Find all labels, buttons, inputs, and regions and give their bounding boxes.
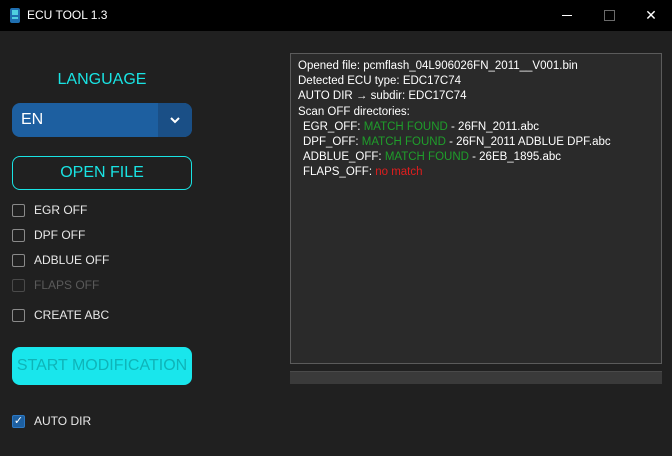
log-line-egr: EGR_OFF: MATCH FOUND - 26FN_2011.abc (298, 120, 654, 135)
chevron-down-icon (170, 117, 180, 124)
auto-dir-checkbox[interactable]: ✓ AUTO DIR (12, 413, 212, 429)
open-file-button[interactable]: OPEN FILE (12, 156, 192, 190)
app-icon (10, 8, 20, 23)
checkbox-label: CREATE ABC (34, 308, 110, 322)
log-file: - 26FN_2011.abc (447, 120, 540, 133)
checkbox-label: EGR OFF (34, 203, 88, 217)
dpf-off-checkbox[interactable]: DPF OFF (12, 227, 212, 243)
log-status-match: MATCH FOUND (384, 151, 469, 164)
checkbox-label: FLAPS OFF (34, 278, 100, 292)
close-button[interactable]: ✕ (630, 0, 672, 31)
app-window: ECU TOOL 1.3 ✕ LANGUAGE EN OPEN FILE EGR… (0, 0, 672, 456)
minimize-button[interactable] (546, 0, 588, 31)
flaps-off-checkbox: FLAPS OFF (12, 277, 212, 293)
checkbox-box[interactable] (12, 308, 25, 322)
minimize-icon (562, 15, 572, 16)
close-icon: ✕ (645, 7, 657, 23)
log-file: - 26FN_2011 ADBLUE DPF.abc (445, 136, 611, 149)
log-key: ADBLUE_OFF: (303, 151, 385, 164)
checkbox-box (12, 278, 25, 292)
log-status-match: MATCH FOUND (361, 136, 446, 149)
log-line: Scan OFF directories: (298, 105, 410, 118)
egr-off-checkbox[interactable]: EGR OFF (12, 202, 212, 218)
progress-bar (290, 371, 662, 384)
log-status-nomatch: no match (375, 166, 423, 179)
checkbox-box[interactable] (12, 228, 25, 242)
adblue-off-checkbox[interactable]: ADBLUE OFF (12, 252, 212, 268)
log-line-flaps: FLAPS_OFF: no match (298, 165, 654, 180)
log-line: Detected ECU type: EDC17C74 (298, 75, 461, 88)
checkbox-label: ADBLUE OFF (34, 253, 110, 267)
checkbox-label: DPF OFF (34, 228, 86, 242)
title-bar: ECU TOOL 1.3 ✕ (0, 0, 672, 31)
checkbox-box[interactable] (12, 253, 25, 267)
checkbox-box[interactable] (12, 203, 25, 217)
maximize-button[interactable] (588, 0, 630, 31)
log-key: EGR_OFF: (303, 120, 364, 133)
log-line: Opened file: pcmflash_04L906026FN_2011__… (298, 60, 578, 72)
maximize-icon (603, 10, 615, 21)
create-abc-checkbox[interactable]: CREATE ABC (12, 307, 212, 323)
checkbox-label: AUTO DIR (34, 414, 92, 428)
log-status-match: MATCH FOUND (363, 120, 448, 133)
start-modification-button[interactable]: START MODIFICATION (12, 347, 192, 385)
log-line-adblue: ADBLUE_OFF: MATCH FOUND - 26EB_1895.abc (298, 150, 654, 165)
log-line: AUTO DIR → subdir: EDC17C74 (298, 90, 467, 103)
window-title: ECU TOOL 1.3 (27, 8, 108, 22)
log-key: DPF_OFF: (303, 136, 362, 149)
log-key: FLAPS_OFF: (303, 166, 376, 179)
dropdown-button[interactable] (158, 103, 192, 137)
language-select[interactable]: EN (12, 103, 192, 137)
log-file: - 26EB_1895.abc (468, 151, 562, 164)
log-output[interactable]: Opened file: pcmflash_04L906026FN_2011__… (290, 53, 662, 364)
language-value: EN (21, 111, 44, 128)
language-label: LANGUAGE (57, 71, 147, 88)
checkbox-checked-icon[interactable]: ✓ (12, 414, 25, 428)
log-line-dpf: DPF_OFF: MATCH FOUND - 26FN_2011 ADBLUE … (298, 135, 654, 150)
